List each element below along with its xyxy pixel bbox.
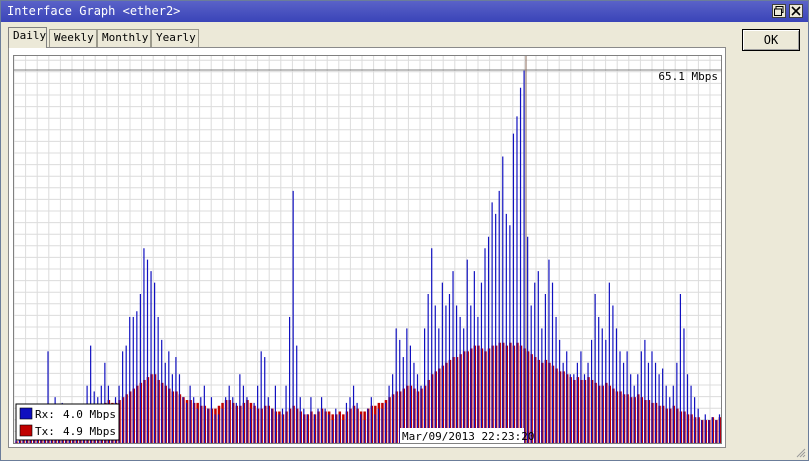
close-icon[interactable]: [789, 4, 803, 18]
chart-grid: [14, 56, 721, 443]
ok-button[interactable]: OK: [742, 29, 800, 51]
tab-weekly[interactable]: Weekly: [49, 29, 97, 47]
tab-daily-label: Daily: [13, 29, 47, 42]
tab-weekly-label: Weekly: [54, 31, 94, 44]
legend-tx-label: Tx:: [35, 425, 55, 438]
ok-button-label: OK: [763, 33, 779, 47]
rx-swatch: [19, 407, 33, 420]
chart-bars: [15, 70, 721, 443]
legend-rx-label: Rx:: [35, 408, 55, 421]
traffic-graph: 65.1 Mbps Mar/09/2013 22:23:20 Rx: 4.0 M…: [13, 55, 722, 444]
tab-daily[interactable]: Daily: [8, 27, 47, 48]
restore-icon[interactable]: [772, 4, 786, 18]
legend-tx-value: 4.9 Mbps: [63, 425, 116, 438]
time-label-box: Mar/09/2013 22:23:20: [400, 428, 534, 443]
tx-swatch: [19, 424, 33, 437]
tab-yearly-label: Yearly: [156, 31, 196, 44]
tab-yearly[interactable]: Yearly: [151, 29, 199, 47]
title-bar[interactable]: Interface Graph <ether2>: [1, 1, 808, 22]
cursor-time-label: Mar/09/2013 22:23:20: [402, 430, 534, 443]
resize-grip-icon[interactable]: [796, 448, 806, 458]
traffic-chart: 65.1 Mbps Mar/09/2013 22:23:20 Rx: 4.0 M…: [14, 56, 721, 443]
tab-monthly[interactable]: Monthly: [97, 29, 151, 47]
window-title: Interface Graph <ether2>: [7, 4, 181, 18]
tab-monthly-label: Monthly: [102, 31, 149, 44]
legend: Rx: 4.0 Mbps Tx: 4.9 Mbps: [15, 403, 120, 441]
legend-rx-value: 4.0 Mbps: [63, 408, 116, 421]
max-value-label: 65.1 Mbps: [658, 70, 718, 83]
interface-graph-window: Interface Graph <ether2> Daily Weekly Mo…: [0, 0, 809, 461]
